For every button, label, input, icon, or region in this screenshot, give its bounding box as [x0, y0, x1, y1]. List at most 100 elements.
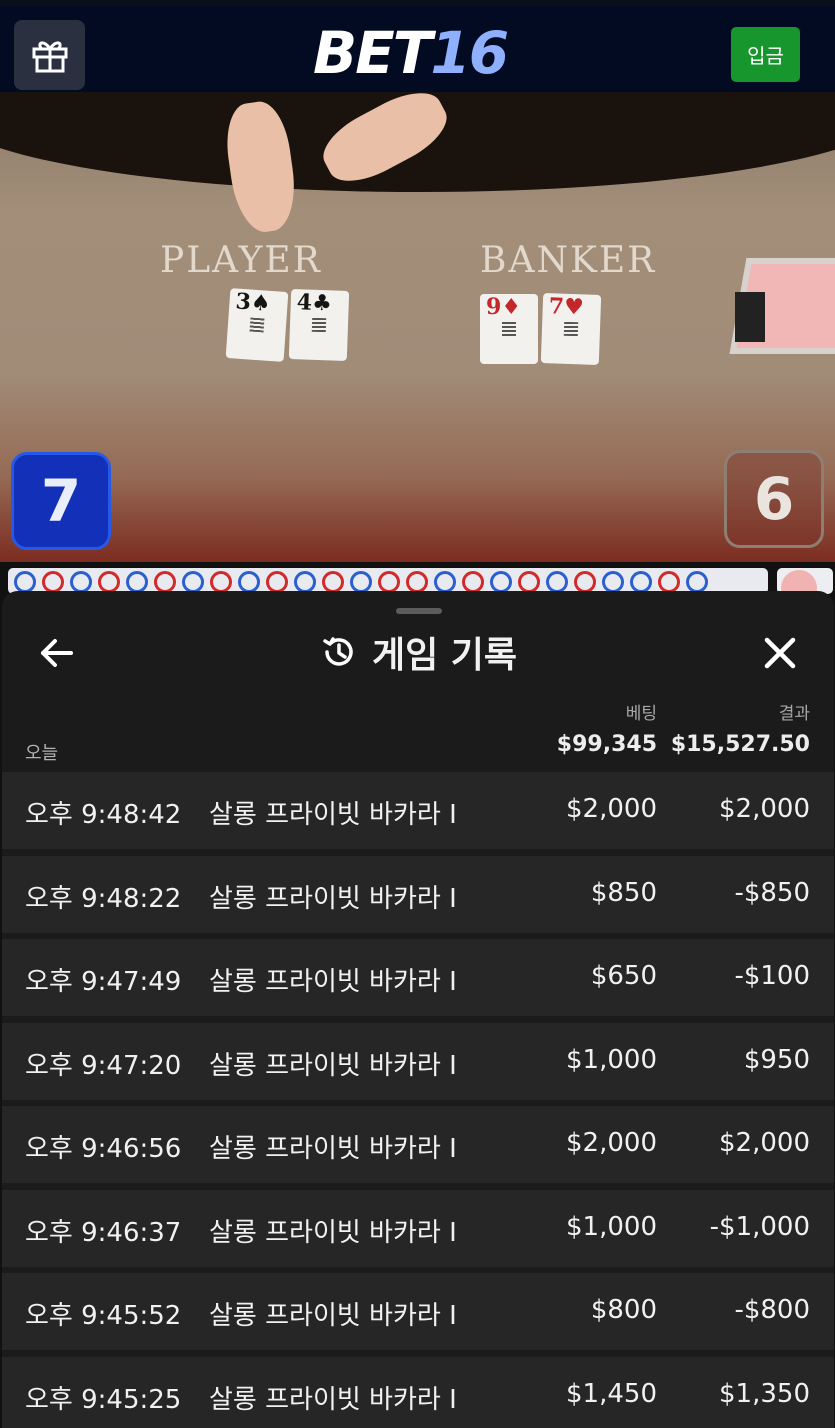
- back-button[interactable]: [37, 633, 77, 673]
- row-bet: $1,450: [566, 1378, 657, 1409]
- card-suit: ♣: [311, 289, 333, 317]
- history-row[interactable]: 오후 9:48:22 살롱 프라이빗 바카라 I $850 -$850: [2, 855, 834, 933]
- row-bet: $800: [590, 1295, 657, 1325]
- row-game-name: 살롱 프라이빗 바카라 I: [209, 1050, 457, 1081]
- road-dot: [602, 571, 624, 593]
- banker-score-badge: 6: [724, 450, 824, 548]
- logo-text-main: BET: [312, 19, 432, 87]
- card-suit: ♦: [501, 294, 522, 320]
- history-row[interactable]: 오후 9:46:56 살롱 프라이빗 바카라 I $2,000 $2,000: [2, 1106, 834, 1183]
- road-dot: [210, 571, 232, 593]
- row-result: $950: [743, 1044, 810, 1075]
- card-face-pattern: [249, 317, 265, 333]
- card-rank: 4: [296, 289, 313, 316]
- row-time: 오후 9:47:49: [25, 967, 182, 997]
- road-dot: [294, 571, 316, 593]
- road-dot: [70, 571, 92, 593]
- road-dot: [490, 571, 512, 593]
- panel-title: 게임 기록: [320, 627, 517, 677]
- row-time: 오후 9:48:42: [25, 800, 182, 830]
- row-game-name: 살롱 프라이빗 바카라 I: [209, 883, 457, 914]
- row-game-name: 살롱 프라이빗 바카라 I: [209, 1134, 457, 1164]
- live-game-table: PLAYER BANKER 3♠ 4♣ 9♦ 7♥ 7 6: [0, 92, 835, 562]
- banker-area-label: BANKER: [480, 240, 657, 281]
- brand-logo[interactable]: BET 16: [300, 18, 520, 88]
- road-dot: [42, 571, 64, 593]
- row-game-name: 살롱 프라이빗 바카라 I: [209, 1301, 457, 1331]
- top-bar: BET 16 입금: [0, 0, 835, 92]
- logo-text-number: 16: [430, 19, 509, 87]
- row-bet: $1,000: [566, 1211, 657, 1242]
- row-bet: $1,000: [566, 1044, 657, 1075]
- card-suit: ♥: [563, 293, 585, 321]
- road-dot: [574, 571, 596, 593]
- road-dot: [630, 571, 652, 593]
- card-rank: 9: [486, 294, 502, 320]
- road-dot: [98, 571, 120, 593]
- history-row[interactable]: 오후 9:45:25 살롱 프라이빗 바카라 I $1,450 $1,350: [2, 1356, 834, 1428]
- panel-title-text: 게임 기록: [372, 635, 518, 676]
- row-time: 오후 9:46:37: [25, 1217, 182, 1248]
- road-dot: [126, 571, 148, 593]
- game-history-panel: 게임 기록 베팅 결과 오늘 $99,345 $15,527.50 오후 9:4…: [2, 591, 834, 1428]
- road-dot: [406, 571, 428, 593]
- road-dot: [518, 571, 540, 593]
- player-card-2: 4♣: [288, 289, 350, 361]
- banker-card-2: 7♥: [540, 293, 602, 365]
- row-result: $2,000: [719, 1128, 810, 1158]
- road-dot: [378, 571, 400, 593]
- row-bet: $650: [590, 961, 657, 991]
- history-row[interactable]: 오후 9:47:49 살롱 프라이빗 바카라 I $650 -$100: [2, 939, 834, 1016]
- row-time: 오후 9:46:56: [25, 1134, 182, 1164]
- row-result: -$1,000: [709, 1211, 810, 1242]
- row-result: -$800: [734, 1295, 810, 1325]
- road-dot: [238, 571, 260, 593]
- road-dot: [462, 571, 484, 593]
- gift-button[interactable]: [14, 20, 85, 90]
- close-button[interactable]: [760, 633, 800, 673]
- deposit-button[interactable]: 입금: [731, 27, 800, 82]
- drag-handle[interactable]: [396, 608, 442, 614]
- card-face-pattern: [311, 317, 327, 333]
- row-time: 오후 9:45:25: [25, 1384, 182, 1415]
- row-result: -$850: [734, 877, 810, 908]
- card-rank: 7: [548, 293, 565, 320]
- card-face-pattern: [563, 321, 579, 337]
- close-icon: [764, 637, 796, 669]
- card-shoe-slot: [735, 292, 765, 342]
- column-header-result: 결과: [778, 704, 810, 724]
- total-result: $15,527.50: [670, 732, 810, 757]
- row-time: 오후 9:47:20: [25, 1050, 182, 1081]
- row-time: 오후 9:48:22: [25, 883, 182, 914]
- card-suit: ♠: [249, 289, 272, 317]
- road-dot: [350, 571, 372, 593]
- history-row[interactable]: 오후 9:48:42 살롱 프라이빗 바카라 I $2,000 $2,000: [2, 772, 834, 849]
- row-time: 오후 9:45:52: [25, 1301, 182, 1331]
- history-row[interactable]: 오후 9:46:37 살롱 프라이빗 바카라 I $1,000 -$1,000: [2, 1189, 834, 1267]
- history-row[interactable]: 오후 9:47:20 살롱 프라이빗 바카라 I $1,000 $950: [2, 1022, 834, 1100]
- banker-card-1: 9♦: [480, 294, 538, 364]
- row-game-name: 살롱 프라이빗 바카라 I: [209, 800, 457, 830]
- road-dot: [322, 571, 344, 593]
- date-group-label: 오늘: [25, 743, 59, 764]
- row-result: $1,350: [719, 1378, 810, 1409]
- gift-icon: [32, 41, 67, 73]
- column-header-bet: 베팅: [625, 704, 657, 724]
- history-icon: [323, 637, 353, 666]
- history-row[interactable]: 오후 9:45:52 살롱 프라이빗 바카라 I $800 -$800: [2, 1273, 834, 1350]
- row-game-name: 살롱 프라이빗 바카라 I: [209, 1384, 457, 1415]
- road-dot: [434, 571, 456, 593]
- history-list: 오후 9:48:42 살롱 프라이빗 바카라 I $2,000 $2,000 오…: [2, 772, 834, 1428]
- road-dot: [154, 571, 176, 593]
- road-dot: [546, 571, 568, 593]
- road-dot: [182, 571, 204, 593]
- row-game-name: 살롱 프라이빗 바카라 I: [209, 1217, 457, 1248]
- total-bet: $99,345: [556, 732, 657, 757]
- arrow-left-icon: [41, 639, 73, 667]
- road-dot: [658, 571, 680, 593]
- row-bet: $2,000: [566, 1128, 657, 1158]
- card-face-pattern: [502, 322, 516, 336]
- row-game-name: 살롱 프라이빗 바카라 I: [209, 967, 457, 997]
- road-dot: [266, 571, 288, 593]
- row-bet: $850: [590, 877, 657, 908]
